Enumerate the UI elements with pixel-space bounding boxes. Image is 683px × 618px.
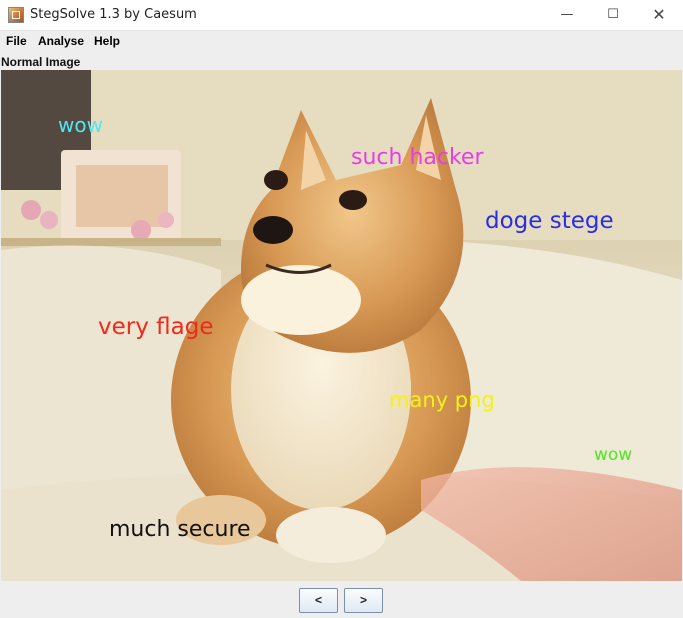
previous-button[interactable]: < <box>299 588 338 613</box>
menu-analyse[interactable]: Analyse <box>38 34 84 48</box>
menu-file[interactable]: File <box>6 34 27 48</box>
next-button[interactable]: > <box>344 588 383 613</box>
menu-help[interactable]: Help <box>94 34 120 48</box>
window-title: StegSolve 1.3 by Caesum <box>30 7 197 22</box>
maximize-button[interactable]: ☐ <box>590 0 636 31</box>
close-button[interactable]: ✕ <box>636 0 682 31</box>
image-mode-label: Normal Image <box>1 55 81 69</box>
app-icon <box>8 7 24 23</box>
image-view: wow such hacker doge stege very flage ma… <box>1 70 682 581</box>
meme-text-many-png: many png <box>389 388 495 412</box>
meme-text-very-flage: very flage <box>98 314 214 340</box>
minimize-button[interactable]: — <box>544 0 590 31</box>
title-bar: StegSolve 1.3 by Caesum — ☐ ✕ <box>0 0 683 31</box>
meme-text-wow-top: wow <box>58 113 103 137</box>
meme-text-wow-bottom: wow <box>594 445 633 465</box>
menu-bar: File Analyse Help <box>0 31 683 53</box>
meme-text-doge-stege: doge stege <box>485 208 614 234</box>
meme-text-much-secure: much secure <box>109 517 251 542</box>
meme-text-such-hacker: such hacker <box>351 145 484 170</box>
